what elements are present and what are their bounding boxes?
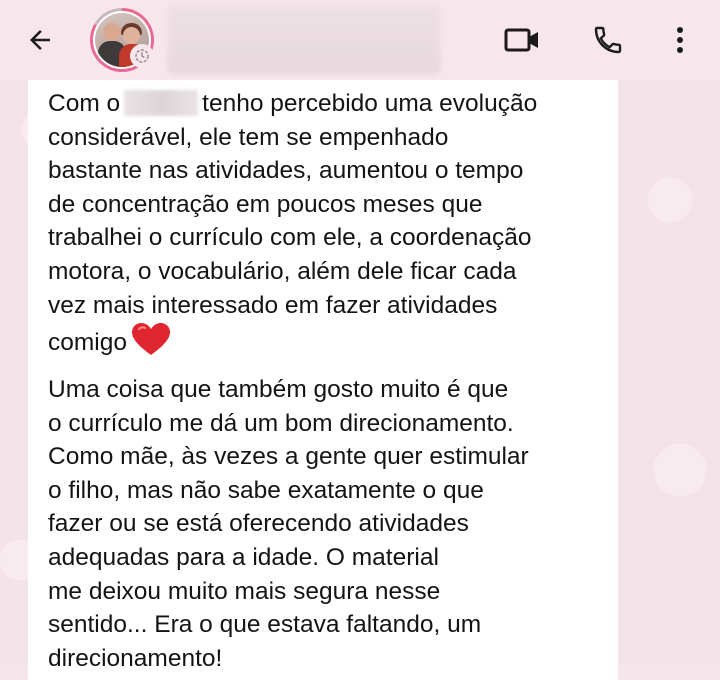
voice-call-button[interactable] [588, 20, 628, 60]
more-vertical-icon [677, 27, 683, 53]
chat-header [0, 0, 720, 80]
message-text-rest: tenho percebido uma evolução consideráve… [48, 90, 538, 357]
back-button[interactable] [22, 22, 58, 58]
message-text-start: Com o [48, 90, 121, 117]
video-camera-icon [504, 28, 538, 52]
child-name-redacted [124, 90, 199, 116]
phone-icon [594, 26, 622, 54]
status-ring-icon [130, 44, 154, 68]
message-paragraph-1: Com o tenho percebido uma evolução consid… [48, 87, 608, 360]
arrow-left-icon [30, 30, 50, 50]
more-options-button[interactable] [660, 20, 700, 60]
video-call-button[interactable] [502, 20, 542, 60]
contact-name-redacted[interactable] [168, 6, 440, 74]
message-paragraph-2: Uma coisa que também gosto muito é que o… [48, 376, 529, 672]
heart-emoji-icon [131, 323, 170, 356]
